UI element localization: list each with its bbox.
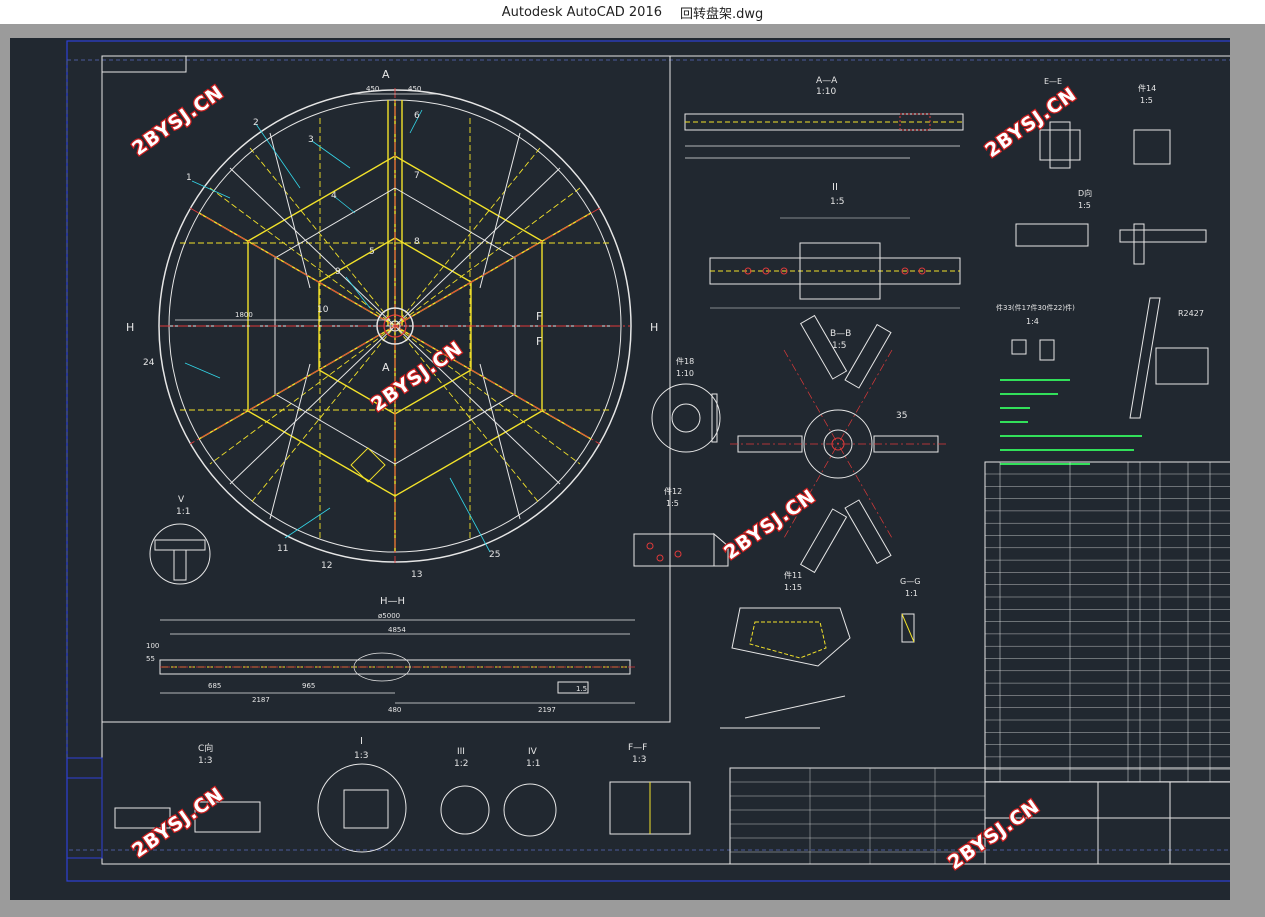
dim-965: 965 [302, 682, 315, 690]
view-title-aa: A—A [816, 76, 838, 86]
section-h-left: H [126, 321, 134, 334]
wheel-main-view: 2 3 4 5 6 7 8 9 10 11 12 13 1 24 25 A A … [126, 68, 658, 580]
scale-11: 1:15 [784, 583, 802, 592]
technical-notes [1000, 379, 1142, 465]
watermark-3: 2BYSJ.CN [981, 83, 1081, 162]
scale-III: 1:2 [454, 759, 468, 769]
dim-450-left: 450 [366, 85, 379, 93]
view-title-18: 件18 [676, 356, 694, 366]
part-label-4: 4 [331, 191, 337, 201]
left-revision-strip [66, 757, 103, 859]
part-label-10: 10 [317, 305, 329, 315]
section-a-top: A [382, 68, 390, 81]
section-h-right: H [650, 321, 658, 334]
aa-section-view: A—A 1:10 [684, 76, 964, 159]
dim-100: 100 [146, 642, 159, 650]
scale-II: 1:5 [830, 197, 844, 207]
view-title-I: I [360, 736, 363, 747]
dim-685: 685 [208, 682, 221, 690]
watermark-4: 2BYSJ.CN [720, 485, 820, 564]
dim-2197: 2197 [538, 706, 556, 714]
dim-1800: 1800 [235, 311, 253, 319]
dim-55: 55 [146, 655, 155, 663]
view-title-v: V [178, 495, 185, 505]
part-label-9: 9 [335, 267, 341, 277]
view-title-c: C向 [198, 742, 213, 754]
watermark-1: 2BYSJ.CN [128, 81, 228, 160]
view-title-IV: IV [528, 747, 538, 757]
part14-view: 件14 1:5 [1133, 83, 1171, 165]
bom-table [984, 461, 1230, 783]
part18-view: 件18 1:10 [651, 356, 721, 453]
view-title-bb: B—B [830, 329, 851, 339]
view-title-ee: E—E [1044, 77, 1062, 86]
part-label-25: 25 [489, 550, 500, 560]
part-label-35: 35 [896, 411, 907, 421]
scale-gg: 1:1 [905, 589, 918, 598]
model-space[interactable]: 2 3 4 5 6 7 8 9 10 11 12 13 1 24 25 A A … [10, 38, 1230, 900]
scale-aa: 1:10 [816, 87, 836, 97]
part-label-7: 7 [414, 171, 420, 181]
scale-c: 1:3 [198, 756, 212, 766]
part-label-2: 2 [253, 118, 259, 128]
d-view: D向 1:5 [1015, 188, 1207, 265]
radius-2427: R2427 [1178, 309, 1204, 318]
view-title-hh: H—H [380, 596, 405, 607]
dim-5000: ø5000 [378, 612, 400, 620]
app-name: Autodesk AutoCAD 2016 [501, 4, 662, 20]
view-title-d: D向 [1078, 188, 1092, 198]
view-title-III: III [457, 747, 465, 757]
scale-33: 1:4 [1026, 317, 1039, 326]
view-title-12: 件12 [664, 486, 682, 496]
corner-box [101, 55, 187, 73]
scale-14: 1:5 [1140, 96, 1153, 105]
dim-450-right: 450 [408, 85, 421, 93]
drawing-canvas[interactable]: 2 3 4 5 6 7 8 9 10 11 12 13 1 24 25 A A … [0, 24, 1265, 917]
scale-I: 1:3 [354, 751, 368, 761]
hh-section-view: H—H ø5000 4854 2187 480 2197 685 965 100… [146, 596, 635, 714]
watermark-2: 2BYSJ.CN [367, 337, 467, 416]
part-label-5: 5 [369, 247, 375, 257]
file-name: 回转盘架.dwg [679, 6, 764, 22]
dim-4854: 4854 [388, 626, 406, 634]
scale-v: 1:1 [176, 507, 190, 517]
window-title-bar: Autodesk AutoCAD 2016 回转盘架.dwg [0, 0, 1265, 24]
view-title-II: II [832, 182, 838, 193]
part-label-3: 3 [308, 135, 314, 145]
part-label-11: 11 [277, 544, 288, 554]
view-title-ff: F—F [628, 743, 647, 753]
part-label-13: 13 [411, 570, 422, 580]
gg-section-view: G—G 1:1 [900, 577, 920, 643]
part33-view: 件33(件17件30件22)件) 1:4 R2427 [996, 297, 1209, 419]
scale-18: 1:10 [676, 369, 694, 378]
view-title-11: 件11 [784, 570, 802, 580]
scale-12: 1:5 [666, 499, 679, 508]
cad-drawing: 2 3 4 5 6 7 8 9 10 11 12 13 1 24 25 A A … [66, 40, 1230, 882]
weld-symbol-1-5: 1.5 [576, 685, 587, 693]
part11-view: 件11 1:15 [720, 570, 851, 729]
part-label-12: 12 [321, 561, 332, 571]
part-label-6: 6 [414, 111, 420, 121]
watermark-6: 2BYSJ.CN [944, 795, 1044, 874]
section-f-bottom: F [536, 335, 542, 348]
part-label-1: 1 [186, 173, 192, 183]
drawing-border [101, 55, 1230, 865]
scale-IV: 1:1 [526, 759, 540, 769]
scale-ff: 1:3 [632, 755, 646, 765]
view-title-gg: G—G [900, 577, 920, 586]
part12-view: 件12 1:5 [633, 486, 729, 567]
dim-480: 480 [388, 706, 401, 714]
part-label-24: 24 [143, 358, 155, 368]
dim-2187: 2187 [252, 696, 270, 704]
detail-II-view: II 1:5 [709, 182, 961, 309]
view-title-14: 件14 [1138, 83, 1156, 93]
section-a-bottom: A [382, 361, 390, 374]
scale-d: 1:5 [1078, 201, 1091, 210]
part-label-8: 8 [414, 237, 420, 247]
blue-frame [66, 40, 1230, 882]
section-f-top: F [536, 310, 542, 323]
view-title-33: 件33(件17件30件22)件) [996, 303, 1075, 312]
